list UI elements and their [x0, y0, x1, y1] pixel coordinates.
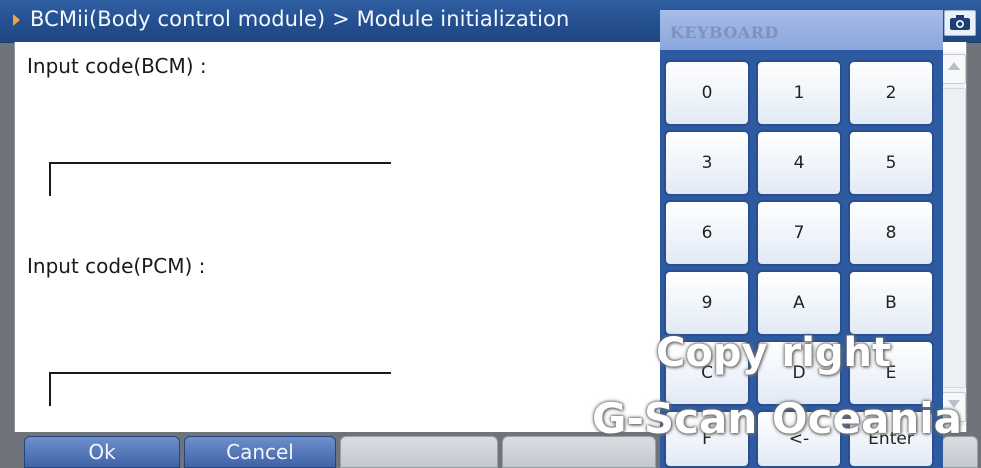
pcm-code-label: Input code(PCM) :	[27, 254, 206, 278]
camera-icon	[950, 15, 970, 30]
key-4[interactable]: 4	[756, 130, 842, 196]
key-b[interactable]: B	[848, 270, 934, 336]
bcm-code-input[interactable]	[49, 162, 391, 196]
scroll-thumb[interactable]	[942, 88, 966, 388]
watermark-line-2: G-Scan Oceania	[592, 394, 962, 443]
key-1[interactable]: 1	[756, 60, 842, 126]
key-3[interactable]: 3	[664, 130, 750, 196]
ok-button[interactable]: Ok	[24, 436, 180, 468]
scroll-up-button[interactable]	[942, 54, 966, 84]
screenshot-button[interactable]	[944, 10, 976, 36]
key-0[interactable]: 0	[664, 60, 750, 126]
watermark-line-1: Copy right	[656, 330, 892, 376]
key-a[interactable]: A	[756, 270, 842, 336]
key-8[interactable]: 8	[848, 200, 934, 266]
cancel-button[interactable]: Cancel	[184, 436, 336, 468]
chevron-up-icon	[948, 62, 960, 70]
vertical-scrollbar[interactable]	[940, 52, 966, 426]
pcm-code-input[interactable]	[49, 372, 391, 406]
key-2[interactable]: 2	[848, 60, 934, 126]
key-7[interactable]: 7	[756, 200, 842, 266]
keyboard-header: KEYBOARD	[660, 10, 943, 50]
bcm-code-label: Input code(BCM) :	[27, 54, 207, 78]
keyboard-title: KEYBOARD	[670, 23, 779, 42]
key-6[interactable]: 6	[664, 200, 750, 266]
toolbar-slot-3	[340, 436, 498, 468]
key-9[interactable]: 9	[664, 270, 750, 336]
breadcrumb-arrow-icon	[13, 14, 20, 26]
key-5[interactable]: 5	[848, 130, 934, 196]
breadcrumb: BCMii(Body control module) > Module init…	[30, 7, 570, 31]
